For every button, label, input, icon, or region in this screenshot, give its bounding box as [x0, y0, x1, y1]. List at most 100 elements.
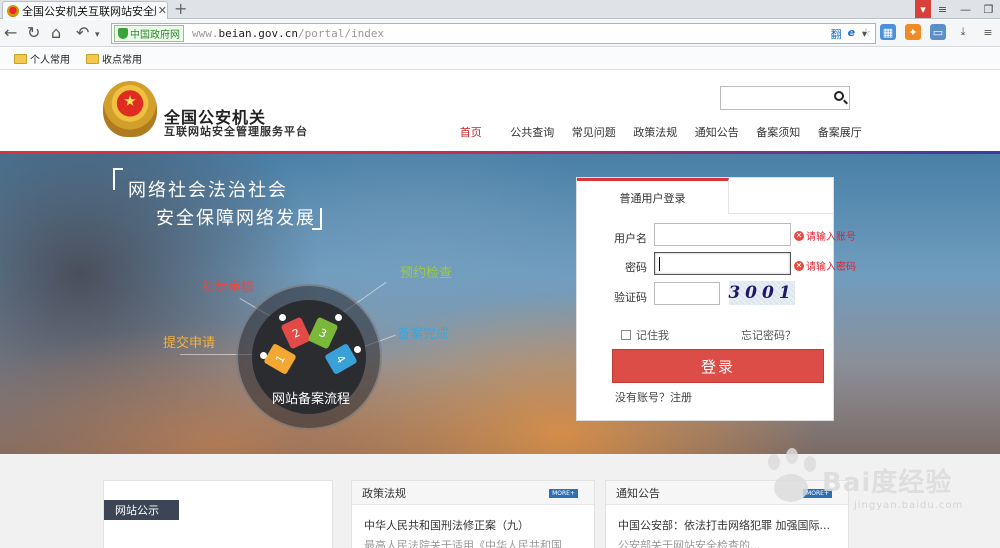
game-icon[interactable]: ✦ [905, 24, 921, 40]
list-item[interactable]: 公安部关于网站安全检查的... [618, 537, 843, 548]
url-prefix: www. [192, 27, 219, 40]
panel-title: 政策法规 [362, 486, 406, 500]
step-dot [279, 314, 286, 321]
error-icon: ✕ [794, 260, 804, 271]
captcha-image[interactable]: 3001 [728, 281, 795, 305]
restore-icon[interactable]: ❐ [977, 0, 1000, 18]
username-input[interactable] [654, 223, 791, 246]
step-2-label: 初步审核 [202, 280, 255, 295]
nav-public-query[interactable]: 公共查询 [502, 124, 564, 140]
paw-icon [760, 448, 820, 510]
tab-close-icon[interactable]: ✕ [158, 4, 167, 17]
skin-icon[interactable]: ▾ [915, 0, 931, 18]
main-nav: 首页 公共查询 常见问题 政策法规 通知公告 备案须知 备案展厅 [440, 124, 871, 140]
login-panel: 普通用户登录 用户名 ✕ 请输入账号 密码 ✕ 请输入密码 验证码 3001 记住我… [576, 177, 856, 421]
bracket-decoration [113, 168, 123, 190]
site-search-input[interactable] [720, 86, 850, 110]
list-item[interactable]: 中国公安部：依法打击网络犯罪 加强国际... [618, 517, 843, 533]
gov-badge-label: 中国政府网 [130, 30, 180, 41]
home-icon[interactable]: ⌂ [51, 24, 61, 42]
password-error: ✕ 请输入密码 [794, 258, 856, 273]
refresh-icon[interactable]: ↻ [27, 24, 40, 42]
nav-home[interactable]: 首页 [440, 124, 502, 140]
text-caret [659, 257, 660, 271]
notice-title: 网站公示 [104, 500, 179, 520]
flow-title: 网站备案流程 [271, 392, 350, 407]
search-icon[interactable] [834, 91, 844, 101]
shield-check-icon [118, 28, 128, 39]
error-icon: ✕ [794, 230, 804, 241]
list-item[interactable]: 中华人民共和国刑法修正案（九） [364, 517, 589, 533]
url-text[interactable]: www.beian.gov.cn/portal/index [192, 27, 384, 40]
password-label: 密码 [625, 261, 647, 274]
url-domain: beian.gov.cn [218, 27, 298, 40]
bookmark-folder[interactable]: 个人常用 [14, 51, 70, 66]
new-tab-button[interactable]: + [174, 0, 187, 18]
watermark-text: Bai度经验 [822, 468, 953, 498]
step-3-label: 预约检查 [400, 266, 453, 281]
browser-tab[interactable]: 全国公安机关互联网站安全服务 ✕ [2, 1, 168, 19]
ie-compat-icon[interactable]: e [848, 26, 855, 42]
step-1-label: 提交申请 [163, 336, 216, 351]
forgot-password-link[interactable]: 忘记密码？ [741, 327, 796, 343]
remember-me[interactable]: 记住我 [621, 327, 669, 343]
tab-divider [729, 213, 834, 214]
url-path: /portal/index [297, 27, 385, 40]
login-button[interactable]: 登录 [612, 349, 824, 383]
hero-banner: 网络社会法治社会 安全保障网络发展 1 2 3 4 网站备案流程 提交申请 初步… [0, 154, 1000, 454]
bookmarks-bar: 个人常用 收点常用 [0, 48, 1000, 70]
list-item[interactable]: 最高人民法院关于适用《中华人民共和国 [364, 537, 589, 548]
register-link[interactable]: 没有账号？注册 [615, 389, 692, 405]
address-bar[interactable]: 中国政府网 www.beian.gov.cn/portal/index 翻 e … [111, 23, 876, 44]
police-emblem-favicon-icon [7, 4, 19, 17]
folder-icon [86, 53, 99, 64]
tab-user-login[interactable]: 普通用户登录 [577, 178, 729, 214]
username-label: 用户名 [614, 232, 647, 245]
screenshot-icon[interactable]: ▭ [930, 24, 946, 40]
baidu-jingyan-watermark: Bai度经验 jingyan.baidu.com [760, 444, 964, 514]
translate-icon[interactable]: 翻 [831, 26, 842, 42]
remember-label: 记住我 [636, 329, 669, 342]
address-dropdown-icon[interactable]: ▾ [862, 26, 867, 44]
bookmark-folder[interactable]: 收点常用 [86, 51, 142, 66]
bookmark-label: 收点常用 [102, 55, 142, 66]
undo-dropdown-icon[interactable]: ▾ [95, 26, 100, 44]
remember-checkbox[interactable] [621, 330, 631, 340]
step-dot [260, 352, 267, 359]
back-icon[interactable]: ← [4, 24, 17, 42]
bookmark-label: 个人常用 [30, 55, 70, 66]
nav-policy[interactable]: 政策法规 [625, 124, 687, 140]
policy-panel: 政策法规 MORE+ 中华人民共和国刑法修正案（九） 最高人民法院关于适用《中华… [351, 480, 595, 548]
notice-box: 网站公示 [103, 480, 333, 548]
username-error: ✕ 请输入账号 [794, 228, 856, 243]
banner-slogan-2: 安全保障网络发展 [156, 208, 316, 229]
undo-icon[interactable]: ↶ [76, 24, 89, 42]
tab-title: 全国公安机关互联网站安全服务 [22, 4, 156, 18]
captcha-label: 验证码 [614, 291, 647, 304]
step-dot [354, 346, 361, 353]
username-error-text: 请输入账号 [806, 232, 856, 243]
gov-site-badge[interactable]: 中国政府网 [114, 25, 184, 42]
password-input[interactable] [654, 252, 791, 275]
browser-tab-bar: 全国公安机关互联网站安全服务 ✕ + ▾ ≡ — ❐ [0, 0, 1000, 19]
apps-grid-icon[interactable]: ▦ [880, 24, 896, 40]
nav-notices[interactable]: 通知公告 [686, 124, 748, 140]
panel-title: 通知公告 [616, 486, 660, 500]
password-error-text: 请输入密码 [806, 262, 856, 273]
nav-filing-showcase[interactable]: 备案展厅 [809, 124, 871, 140]
minimize-icon[interactable]: — [954, 0, 977, 18]
more-menu-icon[interactable]: ≡ [980, 24, 996, 40]
panel-header: 政策法规 MORE+ [352, 481, 594, 505]
nav-faq[interactable]: 常见问题 [563, 124, 625, 140]
more-button[interactable]: MORE+ [549, 489, 578, 498]
site-subtitle: 互联网站安全管理服务平台 [164, 125, 308, 138]
menu-icon[interactable]: ≡ [931, 0, 954, 18]
nav-filing-guide[interactable]: 备案须知 [748, 124, 810, 140]
watermark-url: jingyan.baidu.com [854, 500, 964, 511]
browser-toolbar: ← ↻ ⌂ ↶ ▾ 中国政府网 www.beian.gov.cn/portal/… [0, 20, 1000, 47]
step-dot [335, 314, 342, 321]
captcha-input[interactable] [654, 282, 720, 305]
site-header: 全国公安机关 互联网站安全管理服务平台 首页 公共查询 常见问题 政策法规 通知… [0, 71, 1000, 151]
police-emblem-logo[interactable] [103, 81, 157, 137]
download-icon[interactable]: ⤓ [955, 24, 971, 40]
